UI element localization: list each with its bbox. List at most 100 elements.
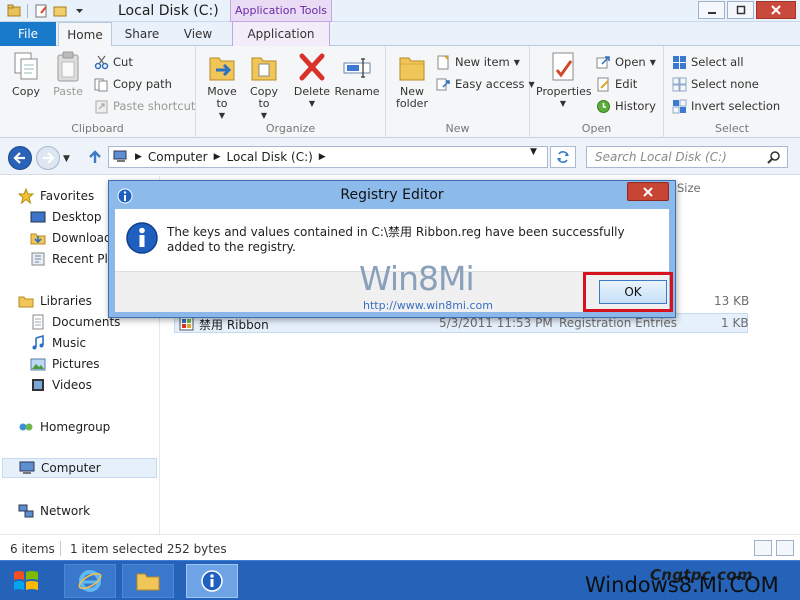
delete-icon — [296, 50, 328, 84]
downloads-icon — [30, 233, 46, 245]
nav-desktop[interactable]: Desktop — [30, 207, 102, 227]
tab-share[interactable]: Share — [116, 22, 168, 46]
nav-documents[interactable]: Documents — [30, 312, 120, 332]
recent-locations-dropdown-icon[interactable]: ▼ — [63, 154, 70, 164]
copy-path-button[interactable]: Copy path — [94, 74, 172, 94]
refresh-button[interactable] — [550, 146, 576, 168]
history-button[interactable]: History — [596, 96, 656, 116]
minimize-button[interactable] — [698, 1, 725, 19]
dialog-footer: Win8Mi http://www.win8mi.com OK — [115, 259, 673, 312]
address-history-dropdown-icon[interactable]: ▼ — [530, 147, 537, 157]
paste-shortcut-label: Paste shortcut — [113, 99, 196, 113]
documents-icon — [32, 314, 44, 330]
select-none-icon — [672, 77, 687, 91]
nav-homegroup[interactable]: Homegroup — [18, 417, 110, 437]
column-header-size[interactable]: Size — [677, 181, 701, 195]
nav-network[interactable]: Network — [18, 501, 90, 521]
copy-button[interactable]: Copy — [6, 50, 46, 98]
properties-button[interactable]: Properties ▼ — [536, 50, 592, 110]
select-none-button[interactable]: Select none — [672, 74, 759, 94]
nav-music[interactable]: Music — [30, 333, 86, 353]
breadcrumb-local-disk[interactable]: Local Disk (C:) — [227, 150, 313, 164]
rename-button[interactable]: Rename — [334, 50, 380, 98]
ok-button[interactable]: OK — [599, 280, 667, 304]
breadcrumb-chevron-icon: ▶ — [213, 152, 221, 162]
nav-videos-label: Videos — [52, 378, 92, 392]
copy-path-label: Copy path — [113, 77, 172, 91]
rename-label: Rename — [334, 85, 380, 98]
invert-selection-button[interactable]: Invert selection — [672, 96, 780, 116]
taskbar-file-explorer[interactable] — [122, 564, 174, 598]
select-all-button[interactable]: Select all — [672, 52, 744, 72]
tab-view[interactable]: View — [174, 22, 222, 46]
move-to-dropdown-icon: ▼ — [218, 111, 226, 120]
file-name: 禁用 Ribbon — [199, 318, 269, 332]
forward-button[interactable] — [36, 146, 60, 170]
nav-computer[interactable]: Computer — [2, 458, 157, 478]
qat-dropdown-icon[interactable] — [71, 3, 87, 18]
details-view-button[interactable] — [754, 540, 772, 556]
breadcrumb-computer[interactable]: Computer — [148, 150, 208, 164]
paste-shortcut-button[interactable]: Paste shortcut — [94, 96, 195, 116]
edit-button[interactable]: Edit — [596, 74, 637, 94]
scissors-icon — [94, 55, 109, 69]
easy-access-icon — [436, 78, 450, 90]
properties-qat-icon[interactable] — [33, 3, 49, 18]
copy-to-button[interactable]: Copy to ▼ — [244, 50, 284, 122]
videos-icon — [32, 379, 44, 391]
tab-application[interactable]: Application — [232, 22, 330, 46]
homegroup-icon — [19, 423, 33, 431]
start-button[interactable] — [6, 565, 46, 597]
status-divider — [60, 541, 61, 556]
file-date: 5/3/2011 11:53 PM — [439, 316, 553, 330]
new-folder-qat-icon[interactable] — [52, 3, 68, 18]
paste-button[interactable]: Paste — [48, 50, 88, 98]
breadcrumb-chevron-icon: ▶ — [318, 152, 326, 162]
nav-favorites[interactable]: Favorites — [18, 186, 94, 206]
application-tools-context-tab: Application Tools — [230, 0, 332, 22]
tab-file[interactable]: File — [0, 22, 56, 46]
history-label: History — [615, 99, 656, 113]
dialog-title-bar[interactable]: Registry Editor — [109, 181, 675, 209]
new-folder-icon — [396, 50, 428, 84]
window-controls — [698, 1, 796, 19]
paste-shortcut-icon — [95, 100, 108, 113]
new-folder-button[interactable]: New folder — [392, 50, 432, 110]
cut-label: Cut — [113, 55, 133, 69]
internet-explorer-icon — [78, 570, 102, 592]
explorer-app-icon[interactable] — [6, 3, 22, 18]
watermark-url: http://www.win8mi.com — [363, 299, 493, 312]
move-to-button[interactable]: Move to ▼ — [202, 50, 242, 122]
search-icon[interactable] — [767, 150, 781, 164]
address-bar[interactable]: ▶ Computer ▶ Local Disk (C:) ▶ — [108, 146, 548, 168]
file-size: 13 KB — [714, 294, 750, 308]
delete-button[interactable]: Delete ▼ — [292, 50, 332, 110]
dialog-close-button[interactable] — [627, 182, 669, 201]
tab-home[interactable]: Home — [58, 22, 112, 47]
taskbar-registry-editor[interactable] — [186, 564, 238, 598]
easy-access-label: Easy access — [455, 77, 525, 91]
back-button[interactable] — [8, 146, 32, 170]
close-window-button[interactable] — [756, 1, 796, 19]
cut-button[interactable]: Cut — [94, 52, 133, 72]
taskbar-internet-explorer[interactable] — [64, 564, 116, 598]
computer-icon — [113, 150, 127, 162]
pictures-icon — [30, 358, 46, 371]
select-group-label: Select — [715, 122, 749, 135]
new-item-button[interactable]: New item ▼ — [436, 52, 520, 72]
paste-label: Paste — [53, 85, 83, 98]
nav-pictures[interactable]: Pictures — [30, 354, 100, 374]
large-icons-view-button[interactable] — [776, 540, 794, 556]
easy-access-button[interactable]: Easy access ▼ — [436, 74, 535, 94]
copy-to-label: Copy to — [250, 85, 278, 110]
nav-computer-label: Computer — [41, 461, 101, 475]
nav-libraries[interactable]: Libraries — [18, 291, 92, 311]
up-button[interactable] — [87, 149, 103, 168]
nav-videos[interactable]: Videos — [30, 375, 92, 395]
new-item-dropdown-icon: ▼ — [513, 57, 520, 67]
search-input[interactable]: Search Local Disk (C:) — [586, 146, 788, 168]
open-button[interactable]: Open ▼ — [596, 52, 656, 72]
new-item-icon — [437, 54, 449, 69]
restore-button[interactable] — [727, 1, 754, 19]
select-none-label: Select none — [691, 77, 759, 91]
